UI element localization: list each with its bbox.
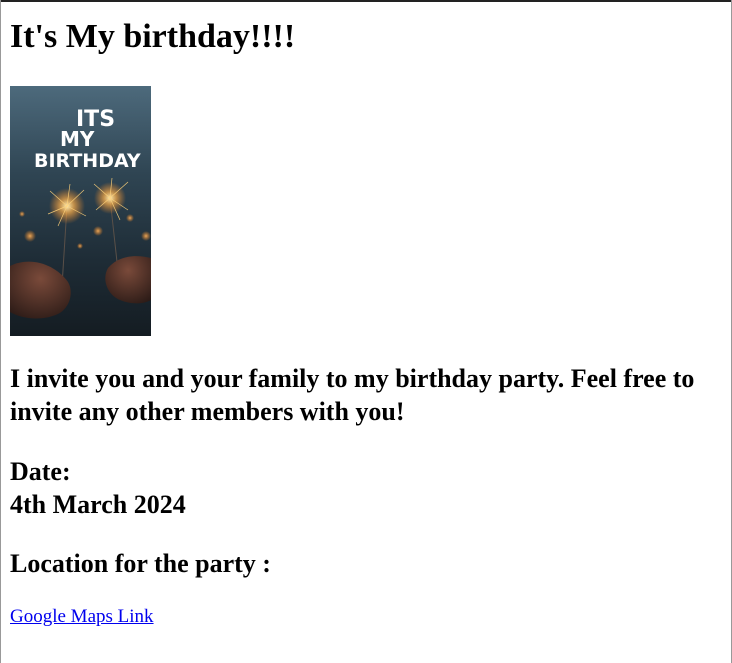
window-left-border xyxy=(0,0,1,663)
page-title: It's My birthday!!!! xyxy=(10,18,296,55)
date-label: Date: xyxy=(10,457,71,486)
window-top-border xyxy=(0,0,732,2)
poster-line2: MY xyxy=(60,127,95,151)
birthday-poster-image: ITS MY BIRTHDAY xyxy=(10,86,151,336)
date-value: 4th March 2024 xyxy=(10,490,186,519)
date-section: Date: 4th March 2024 xyxy=(10,455,186,521)
google-maps-link[interactable]: Google Maps Link xyxy=(10,605,154,629)
location-heading: Location for the party : xyxy=(10,549,271,578)
poster-line3: BIRTHDAY xyxy=(34,150,141,172)
invitation-text: I invite you and your family to my birth… xyxy=(10,364,695,426)
